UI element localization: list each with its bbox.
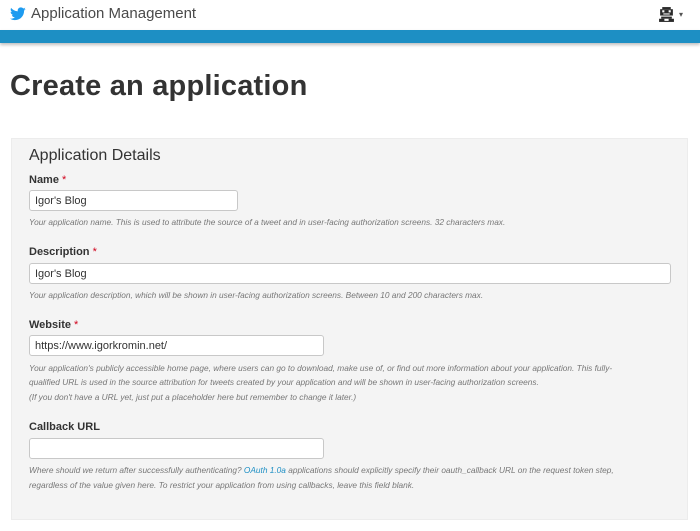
section-title: Application Details xyxy=(29,147,161,164)
required-marker: * xyxy=(74,319,79,331)
description-help-text: Your application description, which will… xyxy=(29,290,484,300)
twitter-bird-icon[interactable] xyxy=(10,7,26,21)
top-navigation-bar: Application Management ▾ xyxy=(0,0,700,30)
user-avatar-icon[interactable] xyxy=(658,6,675,23)
website-field[interactable] xyxy=(29,335,324,356)
callback-url-label-text: Callback URL xyxy=(29,421,100,433)
website-help-line-2: qualified URL is used in the source attr… xyxy=(29,377,539,387)
required-marker: * xyxy=(62,174,67,186)
application-details-panel: Application Details Name * Your applicat… xyxy=(11,138,688,520)
callback-url-label: Callback URL xyxy=(29,421,100,433)
oauth-link[interactable]: OAuth 1.0a xyxy=(244,465,286,475)
website-label-text: Website xyxy=(29,319,71,331)
callback-help-line-2: regardless of the value given here. To r… xyxy=(29,480,415,490)
page-title: Create an application xyxy=(10,70,308,102)
description-field[interactable] xyxy=(29,263,671,284)
app-title[interactable]: Application Management xyxy=(31,5,196,22)
name-label-text: Name xyxy=(29,174,59,186)
brand-accent-bar xyxy=(0,30,700,43)
description-label-text: Description xyxy=(29,246,90,258)
callback-help-text: Where should we return after successfull… xyxy=(29,465,244,475)
description-label: Description * xyxy=(29,246,97,258)
website-label: Website * xyxy=(29,319,78,331)
name-help-text: Your application name. This is used to a… xyxy=(29,217,506,227)
callback-url-field[interactable] xyxy=(29,438,324,459)
required-marker: * xyxy=(92,246,97,258)
callback-help-text-continued: applications should explicitly specify t… xyxy=(285,465,614,475)
chevron-down-icon[interactable]: ▾ xyxy=(679,10,683,19)
name-field[interactable] xyxy=(29,190,238,211)
callback-help-line-1: Where should we return after successfull… xyxy=(29,463,614,477)
name-label: Name * xyxy=(29,174,66,186)
website-help-line-3: (If you don't have a URL yet, just put a… xyxy=(29,392,357,402)
website-help-line-1: Your application's publicly accessible h… xyxy=(29,363,613,373)
